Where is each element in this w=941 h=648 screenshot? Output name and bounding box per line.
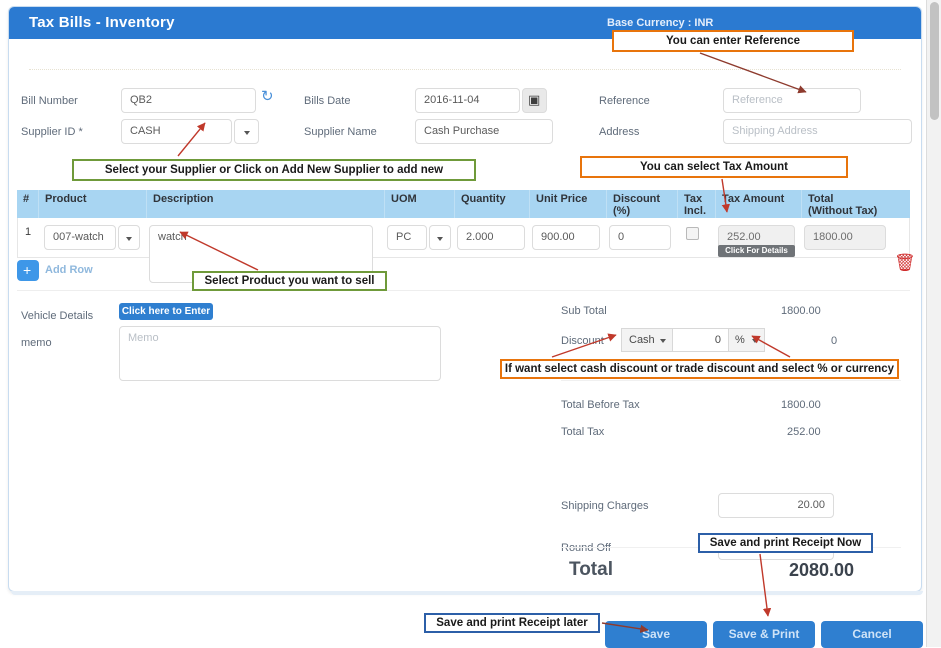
bills-date-label: Bills Date <box>304 95 351 107</box>
total-tax-label: Total Tax <box>561 426 605 438</box>
add-row-label[interactable]: Add Row <box>45 264 93 276</box>
save-and-print-button[interactable]: Save & Print <box>713 621 815 648</box>
tax-bill-panel: Tax Bills - Inventory Base Currency : IN… <box>8 6 923 595</box>
row-tax-incl-checkbox[interactable] <box>686 227 699 240</box>
supplier-name-input[interactable]: Cash Purchase <box>415 119 553 144</box>
vertical-scrollbar[interactable] <box>926 0 941 647</box>
discount-type-value: Cash <box>629 334 655 346</box>
grid-header-uom: UOM <box>385 190 455 218</box>
grid-header-discount: Discount (%) <box>607 190 678 218</box>
row-discount-input[interactable]: 0 <box>609 225 671 250</box>
grid-header-index: # <box>17 190 39 218</box>
bill-number-label: Bill Number <box>21 95 78 107</box>
callout-supplier: Select your Supplier or Click on Add New… <box>72 159 476 181</box>
callout-tax-amount: You can select Tax Amount <box>580 156 848 178</box>
chevron-down-icon <box>126 236 132 241</box>
add-row-button[interactable] <box>17 260 39 281</box>
refresh-icon[interactable]: ↻ <box>261 89 274 104</box>
grid-header-description: Description <box>147 190 385 218</box>
callout-product: Select Product you want to sell <box>192 271 387 291</box>
supplier-id-input[interactable]: CASH <box>121 119 232 144</box>
callout-discount: If want select cash discount or trade di… <box>500 359 899 379</box>
sub-total-value: 1800.00 <box>781 305 821 317</box>
reference-input[interactable]: Reference <box>723 88 861 113</box>
calendar-icon: ▣ <box>528 92 541 107</box>
bill-number-input[interactable]: QB2 <box>121 88 256 113</box>
chevron-down-icon <box>660 339 666 343</box>
address-label: Address <box>599 126 640 138</box>
grand-total-value: 2080.00 <box>789 560 855 580</box>
shipping-charges-input[interactable]: 20.00 <box>718 493 834 518</box>
memo-textarea[interactable]: Memo <box>119 326 441 381</box>
address-input[interactable]: Shipping Address <box>723 119 912 144</box>
cancel-button[interactable]: Cancel <box>821 621 923 648</box>
calendar-button[interactable]: ▣ <box>522 88 547 113</box>
row-quantity-input[interactable]: 2.000 <box>457 225 525 250</box>
row-uom-input[interactable]: PC <box>387 225 427 250</box>
callout-save-now: Save and print Receipt Now <box>698 533 873 553</box>
discount-value: 0 <box>831 335 838 347</box>
save-button[interactable]: Save <box>605 621 707 648</box>
grid-header-discount-line1: Discount <box>613 193 661 205</box>
grid-header-total-line1: Total <box>808 193 834 205</box>
sub-total-label: Sub Total <box>561 305 607 317</box>
row-product-input[interactable]: 007-watch <box>44 225 116 250</box>
row-uom-dropdown-button[interactable] <box>429 225 451 250</box>
scrollbar-thumb[interactable] <box>930 2 939 120</box>
totals-divider-1 <box>561 380 901 381</box>
supplier-id-label: Supplier ID * <box>21 126 83 138</box>
table-row: 1 007-watch watch PC 2.000 900.00 0 252.… <box>17 218 916 283</box>
discount-label: Discount <box>561 335 604 347</box>
extras-divider <box>17 290 910 291</box>
grid-header-unit-price: Unit Price <box>530 190 607 218</box>
supplier-id-dropdown-button[interactable] <box>234 119 259 144</box>
discount-unit-select[interactable]: % <box>729 328 765 352</box>
row-tax-amount-details-button[interactable]: Click For Details <box>718 245 795 257</box>
row-unit-price-input[interactable]: 900.00 <box>532 225 600 250</box>
memo-label: memo <box>21 337 52 349</box>
total-before-tax-label: Total Before Tax <box>561 399 640 411</box>
shipping-charges-label: Shipping Charges <box>561 500 649 512</box>
discount-type-select[interactable]: Cash <box>621 328 673 352</box>
header-divider <box>29 69 901 70</box>
grid-header-tax-incl-line1: Tax <box>684 193 703 205</box>
total-tax-value: 252.00 <box>787 426 821 438</box>
row-total-without-tax: 1800.00 <box>804 225 886 250</box>
grid-header-total-line2: (Without Tax) <box>808 205 878 217</box>
chevron-down-icon <box>437 236 443 241</box>
grid-header-discount-line2: (%) <box>613 205 631 217</box>
round-off-label: Round Off <box>561 542 611 554</box>
discount-amount-input[interactable]: 0 <box>673 328 729 352</box>
grid-header-tax-amount: Tax Amount <box>716 190 802 218</box>
grid-header-tax-incl-line2: Incl. <box>684 205 707 217</box>
callout-reference: You can enter Reference <box>612 30 854 52</box>
row-product-dropdown-button[interactable] <box>118 225 140 250</box>
row-index: 1 <box>25 226 32 238</box>
grid-header-product: Product <box>39 190 147 218</box>
grid-header-tax-incl: Tax Incl. <box>678 190 716 218</box>
grid-header-quantity: Quantity <box>455 190 530 218</box>
callout-save-later: Save and print Receipt later <box>424 613 600 633</box>
grid-header-total: Total (Without Tax) <box>802 190 910 218</box>
chevron-down-icon <box>752 339 758 343</box>
chevron-down-icon <box>243 130 250 135</box>
grand-total-label: Total <box>569 559 613 580</box>
vehicle-details-label: Vehicle Details <box>21 310 94 322</box>
vehicle-details-button[interactable]: Click here to Enter <box>119 303 213 320</box>
discount-unit-value: % <box>735 334 745 346</box>
bills-date-input[interactable]: 2016-11-04 <box>415 88 520 113</box>
trash-icon[interactable]: 🗑 <box>894 254 916 271</box>
total-before-tax-value: 1800.00 <box>781 399 821 411</box>
page-title: Tax Bills - Inventory <box>29 14 175 31</box>
reference-label: Reference <box>599 95 650 107</box>
base-currency-label: Base Currency : INR <box>607 17 714 29</box>
supplier-name-label: Supplier Name <box>304 126 377 138</box>
